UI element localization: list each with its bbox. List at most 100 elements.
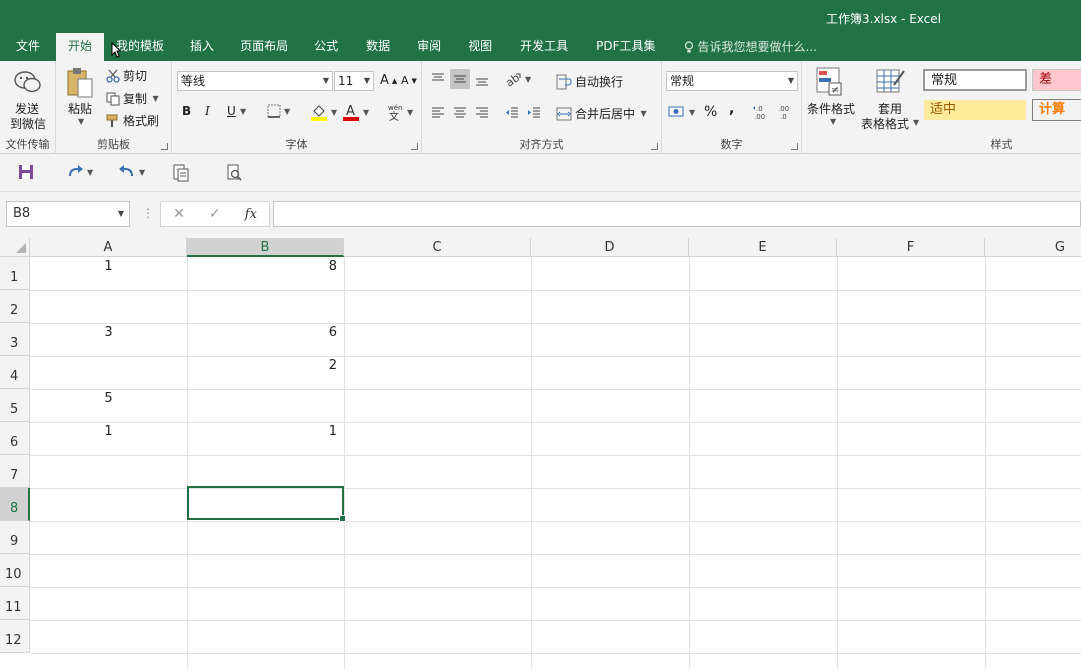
font-size-select[interactable]: 11 ▼ [334, 71, 374, 91]
row-header-6[interactable]: 6 [0, 422, 30, 455]
borders-button[interactable]: ▼ [267, 104, 290, 118]
format-painter-button[interactable]: 格式刷 [106, 112, 159, 129]
row-header-8[interactable]: 8 [0, 488, 30, 521]
percent-button[interactable]: % [704, 104, 717, 120]
row-header-9[interactable]: 9 [0, 521, 30, 554]
comma-button[interactable]: , [729, 101, 734, 117]
alignment-launcher-icon[interactable] [651, 143, 658, 150]
format-as-table-dropdown[interactable]: ▼ [913, 118, 919, 127]
zoom-preview-button[interactable] [226, 164, 244, 182]
tab-developer[interactable]: 开发工具 [506, 33, 582, 61]
style-bad[interactable]: 差 [1032, 69, 1081, 91]
align-left-button[interactable] [430, 105, 446, 121]
paste-button[interactable] [66, 67, 94, 99]
accounting-format-button[interactable]: ▼ [668, 104, 695, 120]
align-bottom-button[interactable] [474, 71, 490, 87]
row-header-10[interactable]: 10 [0, 554, 30, 587]
copy-button[interactable]: 复制 ▼ [106, 90, 159, 107]
wrap-text-button[interactable]: 自动换行 [556, 73, 623, 90]
bold-button[interactable]: B [182, 104, 191, 118]
cell-b1[interactable]: 8 [187, 257, 337, 290]
active-cell-b8[interactable] [187, 486, 346, 522]
tell-me-box[interactable]: 告诉我您想要做什么... [670, 33, 829, 61]
cell-a1[interactable]: 1 [30, 257, 187, 290]
conditional-format-dropdown[interactable]: ▼ [830, 117, 836, 126]
align-right-button[interactable] [474, 105, 490, 121]
cell-b3[interactable]: 6 [187, 323, 337, 356]
column-header-f[interactable]: F [837, 238, 985, 257]
font-color-button[interactable]: A ▼ [342, 103, 369, 121]
drag-handle-icon[interactable]: ⋮ [142, 206, 154, 220]
decrease-decimal-button[interactable]: .00.0 [776, 104, 794, 120]
increase-indent-button[interactable] [526, 105, 542, 121]
font-name-select[interactable]: 等线 ▼ [177, 71, 333, 91]
number-launcher-icon[interactable] [791, 143, 798, 150]
phonetic-button[interactable]: wén 文 ▼ [386, 103, 413, 121]
row-header-7[interactable]: 7 [0, 455, 30, 488]
select-all-corner[interactable] [0, 238, 30, 257]
cell-b6[interactable]: 1 [187, 422, 337, 455]
insert-function-icon[interactable]: fx [245, 207, 257, 222]
tab-home[interactable]: 开始 [56, 33, 105, 61]
underline-dropdown[interactable]: ▼ [240, 107, 246, 116]
tab-insert[interactable]: 插入 [176, 33, 228, 61]
cell-a6[interactable]: 1 [30, 422, 187, 455]
align-top-button[interactable] [430, 71, 446, 87]
row-header-3[interactable]: 3 [0, 323, 30, 356]
fill-color-button[interactable]: ▼ [310, 103, 337, 121]
style-normal[interactable]: 常规 [923, 69, 1027, 91]
save-button[interactable] [18, 164, 34, 180]
copy-dropdown-icon[interactable]: ▼ [150, 94, 159, 103]
row-header-5[interactable]: 5 [0, 389, 30, 422]
underline-button[interactable]: U [227, 104, 236, 118]
style-neutral[interactable]: 适中 [923, 99, 1027, 121]
orientation-button[interactable]: ab ▼ [504, 71, 531, 87]
paste-dropdown[interactable]: ▼ [78, 117, 84, 126]
tab-view[interactable]: 视图 [454, 33, 506, 61]
wechat-button[interactable] [13, 69, 43, 95]
decrease-font-button[interactable]: A ▼ [401, 74, 417, 87]
undo-button[interactable]: ▼ [118, 164, 145, 180]
cell-a5[interactable]: 5 [30, 389, 187, 422]
name-box[interactable]: B8 ▼ [6, 201, 130, 227]
clipboard-launcher-icon[interactable] [161, 143, 168, 150]
row-header-12[interactable]: 12 [0, 620, 30, 653]
number-format-select[interactable]: 常规 ▼ [666, 71, 798, 91]
tab-page-layout[interactable]: 页面布局 [228, 33, 300, 61]
increase-font-button[interactable]: A ▲ [380, 73, 397, 88]
tab-review[interactable]: 审阅 [404, 33, 454, 61]
row-header-4[interactable]: 4 [0, 356, 30, 389]
print-preview-button[interactable] [172, 164, 190, 182]
row-header-1[interactable]: 1 [0, 257, 30, 290]
font-launcher-icon[interactable] [411, 143, 418, 150]
cancel-icon[interactable]: ✕ [173, 206, 185, 222]
tab-pdf-tools[interactable]: PDF工具集 [582, 33, 669, 61]
row-header-2[interactable]: 2 [0, 290, 30, 323]
format-as-table-button[interactable] [876, 67, 906, 97]
confirm-icon[interactable]: ✓ [209, 206, 221, 222]
column-header-g[interactable]: G [985, 238, 1081, 257]
cell-b4[interactable]: 2 [187, 356, 337, 389]
column-header-d[interactable]: D [531, 238, 689, 257]
align-center-button[interactable] [452, 105, 468, 121]
increase-decimal-button[interactable]: .0.00 [752, 104, 770, 120]
redo-button[interactable]: ▼ [66, 164, 93, 180]
style-calculation[interactable]: 计算 [1032, 99, 1081, 121]
column-header-c[interactable]: C [344, 238, 531, 257]
tab-formulas[interactable]: 公式 [300, 33, 352, 61]
column-header-e[interactable]: E [689, 238, 837, 257]
cut-button[interactable]: 剪切 [106, 67, 147, 84]
decrease-indent-button[interactable] [504, 105, 520, 121]
italic-button[interactable]: I [205, 104, 210, 118]
row-header-11[interactable]: 11 [0, 587, 30, 620]
cell-a3[interactable]: 3 [30, 323, 187, 356]
align-middle-button[interactable] [450, 69, 470, 89]
tab-data[interactable]: 数据 [352, 33, 404, 61]
column-header-b[interactable]: B [187, 238, 344, 257]
merge-center-label: 合并后居中 [575, 107, 636, 121]
conditional-format-button[interactable]: ≠ [816, 67, 844, 97]
tab-file[interactable]: 文件 [0, 33, 56, 61]
column-header-a[interactable]: A [30, 238, 187, 257]
formula-input[interactable] [273, 201, 1081, 227]
merge-center-button[interactable]: 合并后居中 ▼ [556, 105, 647, 122]
